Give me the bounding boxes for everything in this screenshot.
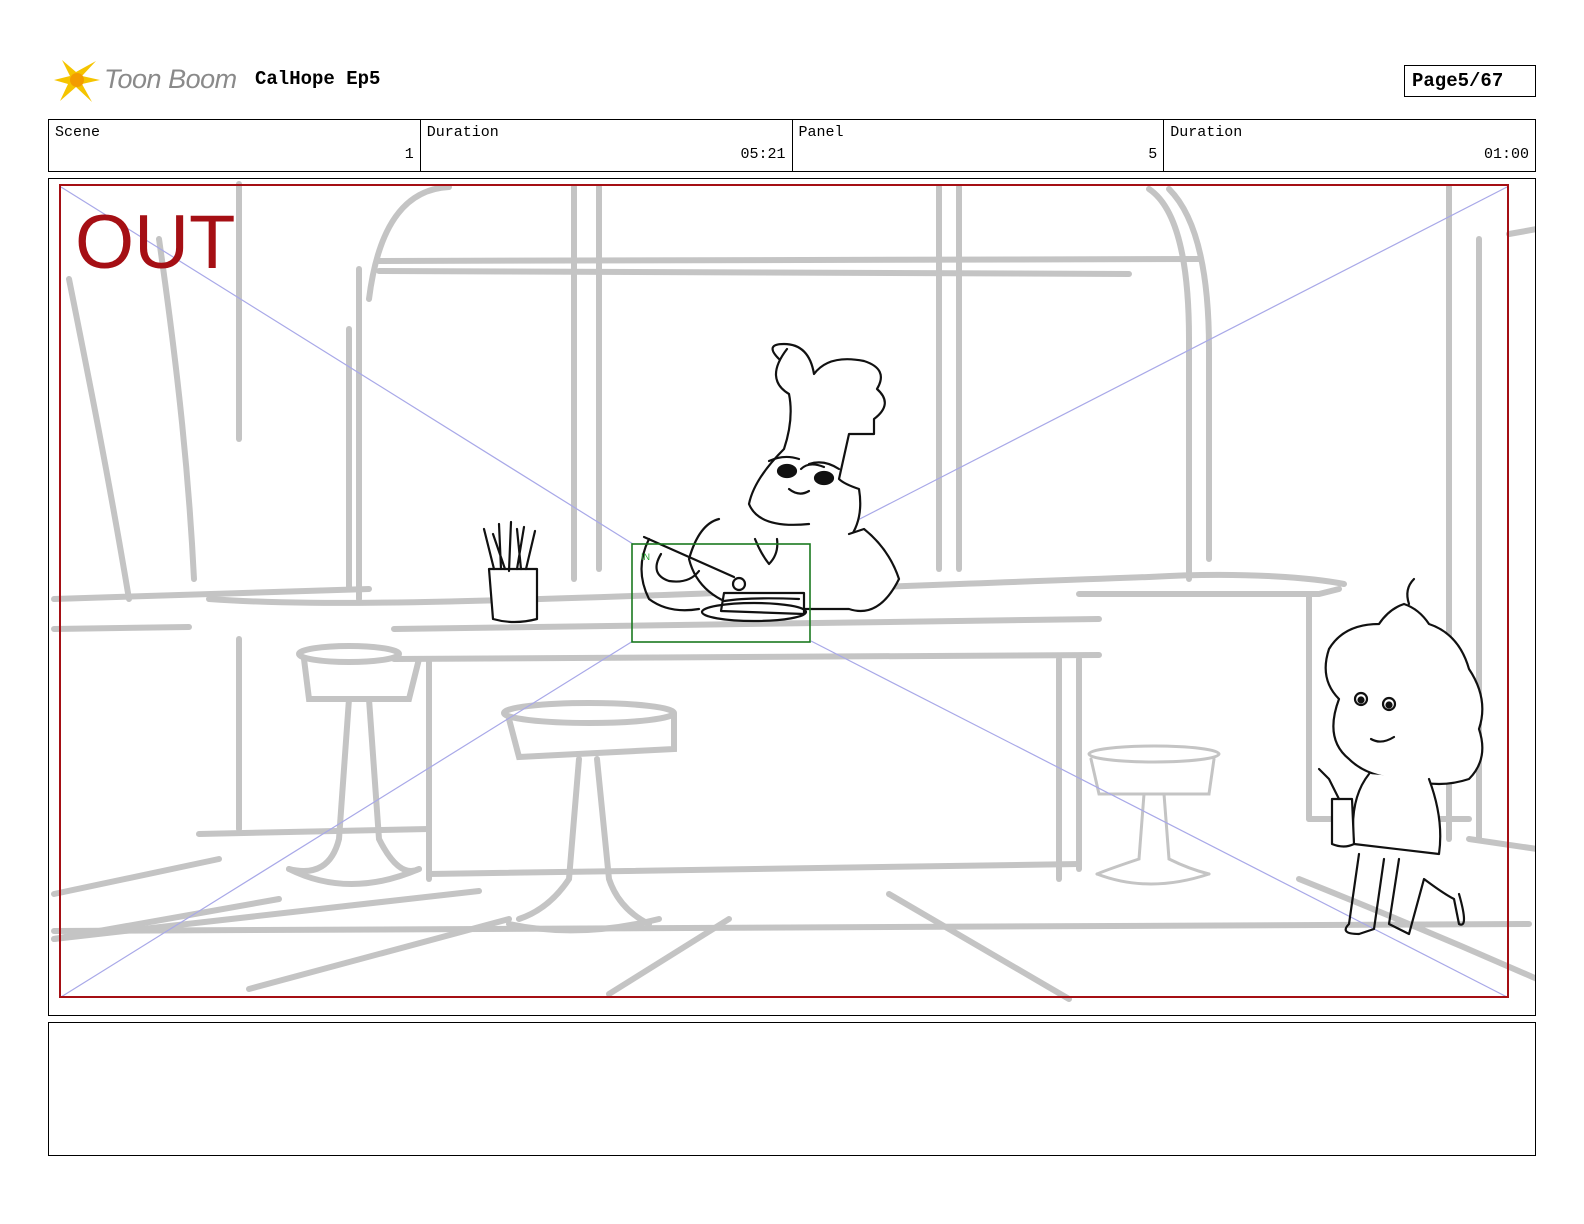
panel-duration-value: 01:00 — [1483, 146, 1529, 163]
project-title: CalHope Ep5 — [255, 68, 381, 90]
out-label: OUT — [75, 200, 236, 285]
panel-label: Panel — [798, 124, 844, 141]
scene-duration-label: Duration — [426, 124, 499, 141]
scene-duration-value: 05:21 — [740, 146, 786, 163]
scene-duration-cell: Duration 05:21 — [421, 120, 793, 171]
scene-label: Scene — [55, 124, 101, 141]
toon-boom-logo: Toon Boom — [52, 56, 242, 106]
panel-value: 5 — [1148, 146, 1158, 163]
character-sketches — [482, 342, 1484, 936]
logo-text: Toon Boom — [104, 64, 237, 94]
starburst-icon — [54, 60, 100, 102]
page-indicator: Page 5/67 — [1404, 65, 1536, 97]
scene-cell: Scene 1 — [49, 120, 421, 171]
panel-duration-cell: Duration 01:00 — [1164, 120, 1535, 171]
panel-cell: Panel 5 — [793, 120, 1165, 171]
in-label: IN — [641, 552, 650, 562]
storyboard-panel: OUT IN — [48, 178, 1536, 1016]
panel-sketch — [51, 181, 1535, 1002]
panel-duration-label: Duration — [1170, 124, 1243, 141]
scene-value: 1 — [404, 146, 414, 163]
panel-notes-box[interactable] — [48, 1022, 1536, 1156]
page-label: Page — [1412, 70, 1458, 92]
page-value: 5/67 — [1457, 70, 1504, 92]
panel-info-table: Scene 1 Duration 05:21 Panel 5 Duration … — [48, 119, 1536, 172]
